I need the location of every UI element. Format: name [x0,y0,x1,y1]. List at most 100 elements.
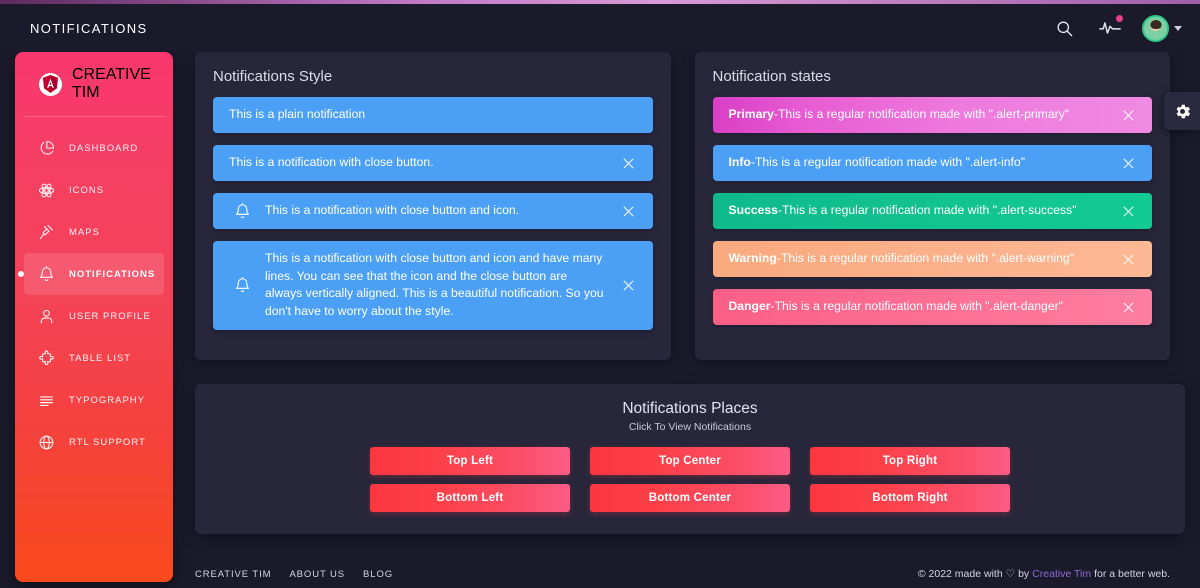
sidebar-item-label: NOTIFICATIONS [69,268,156,280]
close-icon[interactable] [619,275,639,295]
alert-text: This is a regular notification made with… [777,107,1070,122]
card-title: Notifications Style [213,68,333,85]
sidebar-item-label: ICONS [69,184,105,196]
heart-icon: ♡ [1005,568,1016,580]
alert-primary: Primary - This is a regular notification… [712,97,1152,133]
copyright-prefix: © 2022 made with [917,568,1003,580]
bottom-right-button[interactable]: Bottom Right [810,483,1010,512]
copyright-by: by [1018,568,1030,580]
close-icon[interactable] [1118,153,1138,173]
alert-multiline: This is a notification with close button… [213,241,653,330]
close-icon[interactable] [1118,201,1138,221]
page-title: NOTIFICATIONS [30,20,148,36]
close-icon[interactable] [619,153,639,173]
close-icon[interactable] [619,201,639,221]
sidebar-brand-label: CREATIVE TIM [72,66,151,101]
alert-plain: This is a plain notification [213,97,653,133]
sidebar: CREATIVE TIM DASHBOARD ICONS MAPS NOTIFI… [15,52,173,582]
alert-strong: Info [728,155,751,170]
sidebar-item-label: DASHBOARD [69,142,139,154]
navbar-actions [1050,14,1182,42]
sidebar-nav: DASHBOARD ICONS MAPS NOTIFICATIONS USER … [15,117,173,463]
sidebar-item-rtl-support[interactable]: RTL SUPPORT [24,421,164,463]
alert-text: This is a regular notification made with… [780,251,1075,266]
close-icon[interactable] [1118,105,1138,125]
sidebar-item-label: TABLE LIST [69,352,132,364]
sidebar-item-icons[interactable]: ICONS [24,169,164,211]
alert-text: This is a notification with close button… [229,155,434,170]
alert-strong: Primary [728,107,774,122]
footer-brand-link[interactable]: Creative Tim [1032,568,1091,580]
pin-icon [35,221,57,243]
sidebar-brand[interactable]: CREATIVE TIM [23,52,165,117]
alert-success: Success - This is a regular notification… [712,193,1152,229]
alert-warning: Warning - This is a regular notification… [712,241,1152,277]
sidebar-item-label: MAPS [69,226,100,238]
sidebar-item-dashboard[interactable]: DASHBOARD [24,127,164,169]
search-icon[interactable] [1050,14,1078,42]
bottom-left-button[interactable]: Bottom Left [370,483,570,512]
panels-row: Notifications Style This is a plain noti… [180,52,1185,360]
avatar [1142,14,1169,42]
alert-text: This is a regular notification made with… [754,155,1026,170]
pie-chart-icon [35,137,57,159]
footer-copyright: © 2022 made with ♡ by Creative Tim for a… [918,568,1170,580]
activity-pulse-icon[interactable] [1096,14,1124,42]
footer-links: CREATIVE TIM ABOUT US BLOG [195,569,393,580]
footer: CREATIVE TIM ABOUT US BLOG © 2022 made w… [180,568,1185,580]
bell-icon [35,263,57,285]
top-accent-bar [0,0,1200,4]
alert-info: Info - This is a regular notification ma… [712,145,1152,181]
places-title: Notifications Places [622,399,758,417]
sidebar-item-label: TYPOGRAPHY [69,394,145,406]
close-icon[interactable] [1118,249,1138,269]
notifications-places-card: Notifications Places Click To View Notif… [195,383,1185,534]
main-content: Notifications Style This is a plain noti… [180,52,1185,588]
alert-danger: Danger - This is a regular notification … [712,289,1152,325]
sidebar-item-label: USER PROFILE [69,310,151,322]
top-right-button[interactable]: Top Right [810,446,1010,475]
places-subtitle: Click To View Notifications [628,420,752,433]
footer-link-about-us[interactable]: ABOUT US [289,569,345,580]
top-navbar: NOTIFICATIONS [0,4,1200,52]
globe-icon [35,431,57,453]
gear-icon [1173,102,1192,121]
footer-link-blog[interactable]: BLOG [363,569,393,580]
alert-text: This is a regular notification made with… [774,299,1063,314]
user-icon [35,305,57,327]
alert-text: This is a notification with close button… [265,251,604,319]
top-center-button[interactable]: Top Center [590,446,790,475]
settings-gear-button[interactable] [1164,92,1200,130]
alert-strong: Success [728,203,778,218]
alert-text: This is a notification with close button… [265,203,520,218]
chevron-down-icon [1174,25,1182,31]
footer-link-creative-tim[interactable]: CREATIVE TIM [195,569,271,580]
sidebar-item-table-list[interactable]: TABLE LIST [24,337,164,379]
alert-strong: Danger [728,299,771,314]
app-root: NOTIFICATIONS CREATIVE TIM DASHBOARD ICO… [0,0,1200,588]
alert-with-close-and-icon: This is a notification with close button… [213,193,653,229]
places-button-grid: Top Left Top Center Top Right Bottom Lef… [195,446,1185,512]
card-title: Notification states [712,68,831,85]
notifications-style-card: Notifications Style This is a plain noti… [195,52,671,360]
close-icon[interactable] [1118,297,1138,317]
notification-states-card: Notification states Primary - This is a … [694,52,1170,360]
notification-badge-dot [1116,15,1123,22]
puzzle-icon [35,347,57,369]
alert-text: This is a plain notification [229,107,366,122]
sidebar-item-label: RTL SUPPORT [69,436,146,448]
angular-logo-icon [39,72,62,96]
alert-text: This is a regular notification made with… [782,203,1077,218]
sidebar-item-maps[interactable]: MAPS [24,211,164,253]
copyright-suffix: for a better web. [1094,568,1170,580]
user-menu[interactable] [1142,14,1182,42]
alert-strong: Warning [728,251,777,266]
top-left-button[interactable]: Top Left [370,446,570,475]
alert-with-close: This is a notification with close button… [213,145,653,181]
sidebar-item-typography[interactable]: TYPOGRAPHY [24,379,164,421]
text-lines-icon [35,389,57,411]
sidebar-item-notifications[interactable]: NOTIFICATIONS [24,253,164,295]
sidebar-item-user-profile[interactable]: USER PROFILE [24,295,164,337]
bell-icon [231,274,253,296]
bottom-center-button[interactable]: Bottom Center [590,483,790,512]
